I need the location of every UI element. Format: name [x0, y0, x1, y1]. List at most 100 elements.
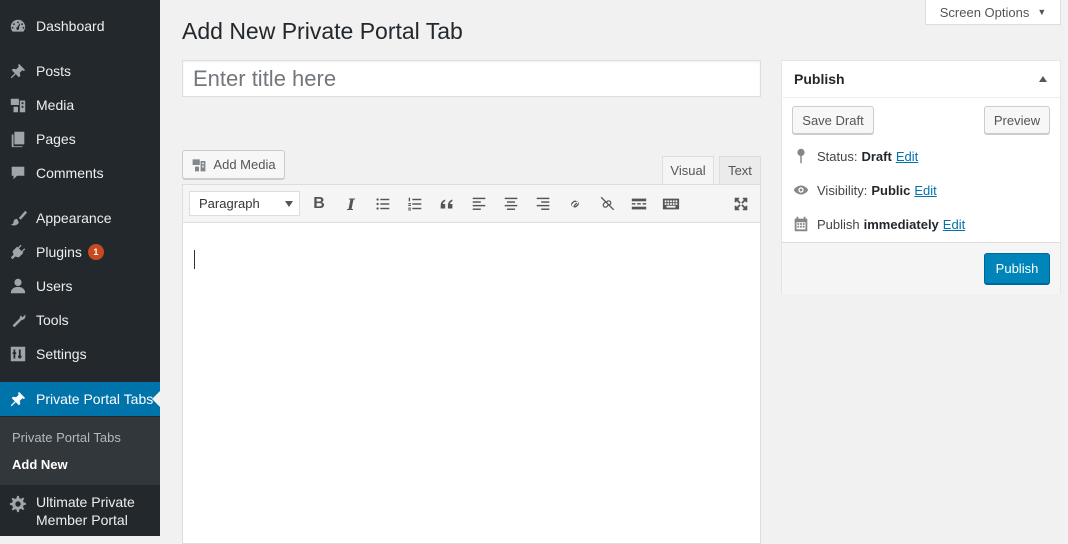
- visibility-label: Visibility:: [817, 182, 868, 198]
- sidebar-item-pages[interactable]: Pages: [0, 122, 160, 156]
- schedule-value: immediately: [863, 216, 939, 232]
- preview-button[interactable]: Preview: [984, 106, 1050, 134]
- format-select[interactable]: Paragraph: [189, 191, 300, 216]
- wrench-icon: [0, 311, 36, 329]
- sidebar-item-ultimate-private-member-portal[interactable]: Ultimate Private Member Portal: [0, 493, 160, 537]
- user-icon: [0, 277, 36, 295]
- italic-button[interactable]: I: [340, 193, 362, 215]
- sidebar-item-users[interactable]: Users: [0, 269, 160, 303]
- current-menu-arrow: [152, 391, 160, 407]
- keyboard-icon: [662, 198, 680, 210]
- blockquote-icon: [440, 199, 453, 209]
- sidebar-item-label: Comments: [36, 165, 104, 181]
- collapse-arrow-icon[interactable]: [1039, 76, 1047, 82]
- settings-icon: [0, 345, 36, 363]
- align-left-button[interactable]: [468, 193, 490, 215]
- sidebar-item-tools[interactable]: Tools: [0, 303, 160, 337]
- triangle-down-icon: ▼: [1037, 7, 1047, 17]
- screen-options-button[interactable]: Screen Options ▼: [925, 0, 1061, 25]
- admin-sidebar: Dashboard Posts Media Pages Comments App…: [0, 0, 160, 536]
- add-media-label: Add Media: [213, 157, 276, 172]
- pages-icon: [0, 130, 36, 148]
- visibility-value: Public: [871, 182, 911, 198]
- status-label: Status:: [817, 148, 858, 164]
- text-cursor: [194, 250, 195, 269]
- submenu-item-add-new[interactable]: Add New: [12, 457, 68, 472]
- sidebar-item-dashboard[interactable]: Dashboard: [0, 9, 160, 43]
- unlink-button[interactable]: [596, 193, 618, 215]
- submenu: Private Portal Tabs Add New: [0, 417, 160, 485]
- align-right-button[interactable]: [532, 193, 554, 215]
- fullscreen-icon: [734, 197, 748, 211]
- plugin-icon: [0, 243, 36, 261]
- label-line-1: Ultimate Private: [36, 494, 135, 510]
- post-title-input[interactable]: [182, 60, 761, 97]
- sidebar-item-label: Ultimate Private Member Portal: [36, 493, 135, 529]
- sidebar-item-comments[interactable]: Comments: [0, 156, 160, 190]
- read-more-icon: [631, 198, 647, 210]
- dashboard-icon: [0, 17, 36, 35]
- align-right-icon: [536, 197, 550, 210]
- edit-visibility-link[interactable]: Edit: [914, 183, 936, 198]
- italic-icon: I: [347, 194, 355, 214]
- pin-status-icon: [797, 148, 805, 164]
- status-row: Status: Draft Edit: [792, 147, 918, 165]
- update-count-badge: 1: [87, 244, 104, 260]
- toolbar-toggle-button[interactable]: [660, 193, 682, 215]
- chevron-down-icon: [285, 201, 293, 207]
- fullscreen-button[interactable]: [730, 193, 752, 215]
- schedule-row: Publish immediately Edit: [792, 215, 965, 233]
- edit-status-link[interactable]: Edit: [896, 149, 918, 164]
- read-more-button[interactable]: [628, 193, 650, 215]
- sidebar-item-label: Pages: [36, 131, 76, 147]
- sidebar-item-label: Media: [36, 97, 75, 113]
- screen-options-label: Screen Options: [939, 4, 1030, 20]
- sidebar-item-label: Settings: [36, 346, 87, 362]
- unlink-icon: [600, 196, 615, 211]
- page-title: Add New Private Portal Tab: [182, 18, 463, 44]
- bullet-list-button[interactable]: [372, 193, 394, 215]
- publish-actions: Publish: [782, 242, 1060, 294]
- publish-box: Publish Save Draft Preview Status: Draft…: [781, 60, 1061, 294]
- submenu-item-private-portal-tabs[interactable]: Private Portal Tabs: [12, 430, 121, 445]
- schedule-label: Publish: [817, 216, 860, 232]
- media-icon: [0, 96, 36, 114]
- calendar-icon: [794, 216, 808, 232]
- sidebar-item-label: Appearance: [36, 210, 112, 226]
- publish-button[interactable]: Publish: [984, 253, 1050, 284]
- sidebar-item-settings[interactable]: Settings: [0, 337, 160, 371]
- tab-visual[interactable]: Visual: [662, 156, 714, 185]
- tab-text[interactable]: Text: [719, 156, 761, 185]
- add-media-button[interactable]: Add Media: [182, 150, 285, 179]
- pin-icon: [0, 390, 36, 408]
- sidebar-item-plugins[interactable]: Plugins 1: [0, 235, 160, 269]
- save-draft-button[interactable]: Save Draft: [792, 106, 874, 134]
- sidebar-item-posts[interactable]: Posts: [0, 54, 160, 88]
- link-icon: [571, 200, 579, 208]
- sidebar-item-label: Private Portal Tabs: [36, 391, 154, 407]
- editor-toolbar: Paragraph B I: [183, 185, 760, 223]
- blockquote-button[interactable]: [436, 193, 458, 215]
- align-left-icon: [472, 197, 486, 210]
- edit-schedule-link[interactable]: Edit: [943, 217, 965, 232]
- visibility-row: Visibility: Public Edit: [792, 181, 937, 199]
- content-editor[interactable]: Paragraph B I: [182, 184, 761, 544]
- bullet-list-icon: [376, 198, 390, 210]
- sidebar-item-media[interactable]: Media: [0, 88, 160, 122]
- sidebar-item-appearance[interactable]: Appearance: [0, 201, 160, 235]
- sidebar-item-label: Tools: [36, 312, 69, 328]
- label-line-2: Member Portal: [36, 512, 128, 528]
- sidebar-item-label: Users: [36, 278, 73, 294]
- eye-icon: [793, 185, 809, 195]
- publish-box-header[interactable]: Publish: [782, 61, 1060, 98]
- bold-button[interactable]: B: [308, 193, 330, 215]
- format-select-value: Paragraph: [199, 196, 260, 211]
- numbered-list-button[interactable]: [404, 193, 426, 215]
- gear-icon: [0, 493, 36, 513]
- sidebar-item-private-portal-tabs[interactable]: Private Portal Tabs: [0, 382, 160, 416]
- status-value: Draft: [861, 148, 892, 164]
- brush-icon: [0, 209, 36, 227]
- align-center-button[interactable]: [500, 193, 522, 215]
- comment-icon: [0, 164, 36, 182]
- link-button[interactable]: [564, 193, 586, 215]
